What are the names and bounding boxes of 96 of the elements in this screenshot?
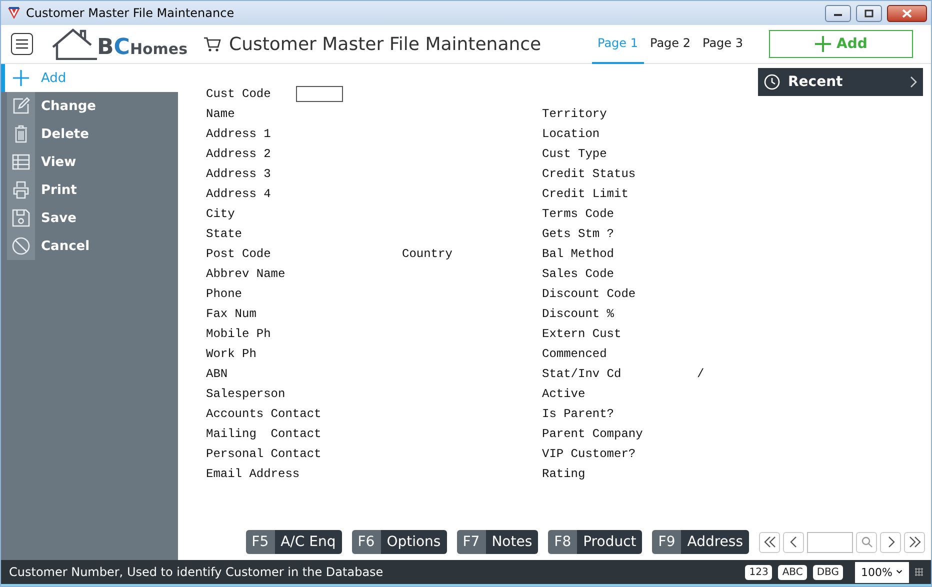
field-label: Post Code (206, 247, 271, 261)
page-tab[interactable]: Page 2 (644, 24, 696, 64)
double-chevron-left-icon (764, 536, 776, 548)
plus-icon (12, 69, 30, 87)
sidebar-item[interactable]: View (1, 148, 178, 176)
field-label: Location (542, 127, 600, 141)
field-label: Bal Method (542, 247, 614, 261)
close-icon (902, 8, 912, 18)
field-label: Rating (542, 467, 586, 481)
mode-toggle[interactable]: DBG (812, 564, 843, 580)
window-title: Customer Master File Maintenance (26, 6, 236, 20)
menu-button[interactable] (11, 33, 33, 55)
trash-icon (12, 125, 30, 143)
field-label: Email Address (206, 467, 300, 481)
mode-toggle[interactable]: 123 (745, 564, 772, 580)
field-label: Cust Code (206, 87, 271, 101)
field-label: Credit Status (542, 167, 636, 181)
edit-icon (12, 97, 30, 115)
mode-toggle[interactable]: ABC (778, 564, 807, 580)
field-label: VIP Customer? (542, 447, 636, 461)
field-label: Stat/Inv Cd (542, 367, 622, 381)
field-label: Parent Company (542, 427, 643, 441)
zoom-dropdown[interactable]: 100% (855, 562, 909, 582)
field-label: ABN (206, 367, 228, 381)
field-label: City (206, 207, 235, 221)
field-label: Sales Code (542, 267, 614, 281)
menu-icon (16, 39, 28, 49)
sidebar-item[interactable]: Delete (1, 120, 178, 148)
sidebar-item[interactable]: Save (1, 204, 178, 232)
field-label: Address 4 (206, 187, 271, 201)
status-message: Customer Number, Used to identify Customer in the Database (9, 565, 384, 579)
field-label: Discount Code (542, 287, 636, 301)
minimize-button[interactable] (825, 4, 851, 22)
field-label: Abbrev Name (206, 267, 286, 281)
field-label: Salesperson (206, 387, 286, 401)
field-label: Mailing Contact (206, 427, 322, 441)
sidebar-item[interactable]: Cancel (1, 232, 178, 260)
field-label: State (206, 227, 242, 241)
field-label: Commenced (542, 347, 607, 361)
field-label: Territory (542, 107, 607, 121)
chevron-right-button[interactable] (880, 532, 901, 552)
function-key-button[interactable]: F8 Product (548, 530, 642, 554)
field-label: Extern Cust (542, 327, 622, 341)
field-label: Gets Stm ? (542, 227, 614, 241)
floppy-disk-icon (12, 209, 30, 227)
field-label: Phone (206, 287, 242, 301)
sidebar-item[interactable]: Change (1, 92, 178, 120)
grip-icon (915, 568, 923, 576)
chevron-left-button[interactable] (783, 532, 804, 552)
app-icon (7, 6, 21, 20)
field-label: Credit Limit (542, 187, 628, 201)
cust-code-field[interactable] (296, 86, 343, 102)
field-label: Work Ph (206, 347, 256, 361)
maximize-button[interactable] (856, 4, 882, 22)
field-label: Terms Code (542, 207, 614, 221)
field-label: Address 1 (206, 127, 271, 141)
double-chevron-right-button[interactable] (904, 532, 925, 552)
function-key-button[interactable]: F7 Notes (456, 530, 538, 554)
page-title: Customer Master File Maintenance (229, 34, 542, 54)
logo-text: BCHomes (97, 35, 188, 60)
clock-icon (764, 74, 780, 90)
double-chevron-right-icon (908, 536, 920, 548)
field-label: Active (542, 387, 586, 401)
field-label: Country (402, 247, 452, 261)
cancel-icon (12, 237, 30, 255)
close-button[interactable] (887, 4, 927, 22)
field-label: Fax Num (206, 307, 256, 321)
search-button[interactable] (856, 532, 877, 552)
function-key-button[interactable]: F5 A/C Enq (246, 530, 342, 554)
field-label: Discount % (542, 307, 614, 321)
recent-label: Recent (788, 74, 844, 90)
chevron-right-icon (909, 76, 917, 88)
field-label: / (697, 367, 704, 381)
page-tab[interactable]: Page 3 (696, 24, 749, 64)
field-label: Personal Contact (206, 447, 322, 461)
field-label: Address 2 (206, 147, 271, 161)
printer-icon (12, 181, 30, 199)
recent-button[interactable]: Recent (758, 68, 923, 96)
field-label: Accounts Contact (206, 407, 322, 421)
plus-icon (814, 36, 831, 52)
field-label: Address 3 (206, 167, 271, 181)
cart-icon (203, 36, 221, 52)
field-label: Mobile Ph (206, 327, 271, 341)
field-label: Is Parent? (542, 407, 614, 421)
function-key-button[interactable]: F6 Options (352, 530, 447, 554)
chevron-left-icon (788, 536, 800, 548)
search-icon (860, 536, 872, 548)
field-label: Cust Type (542, 147, 607, 161)
maximize-icon (864, 8, 874, 18)
table-icon (12, 153, 30, 171)
caret-icon (896, 569, 903, 575)
function-key-button[interactable]: F9 Address (652, 530, 749, 554)
sidebar-item[interactable]: Print (1, 176, 178, 204)
double-chevron-left-button[interactable] (759, 532, 780, 552)
page-field[interactable] (807, 532, 853, 552)
field-label: Name (206, 107, 235, 121)
